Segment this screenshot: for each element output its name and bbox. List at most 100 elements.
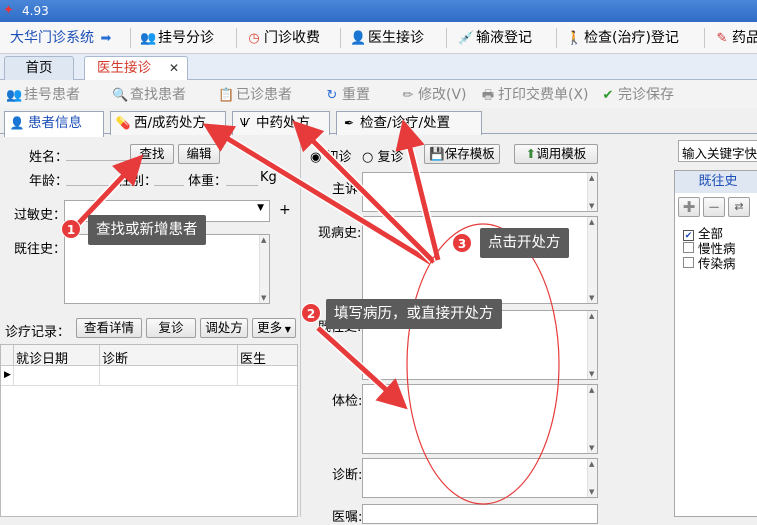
exam-label: 体检: [332, 394, 363, 409]
find-patient-label: 查找患者 [130, 87, 186, 103]
menu-billing[interactable]: ◷ 门诊收费 [246, 28, 320, 48]
tab-home-label: 首页 [25, 60, 53, 76]
annotation-2-number: 2 [301, 303, 321, 323]
history-panel-title: 既往史 [675, 171, 757, 193]
chevron-down-icon: ▼ [257, 203, 264, 213]
annotation-1-number: 1 [61, 219, 81, 239]
minus-icon[interactable]: − [703, 197, 725, 217]
edit-button[interactable]: 编辑 [178, 144, 220, 164]
diagnosis-textarea[interactable]: ▲ ▼ [362, 458, 598, 498]
chief-textarea[interactable]: ▲ ▼ [362, 172, 598, 212]
register-patient-button[interactable]: 👥 挂号患者 [6, 85, 80, 105]
keyword-input[interactable]: 输入关键字快 [678, 140, 757, 162]
save-template-label: 保存模板 [444, 146, 495, 161]
import-icon: ⬆ [525, 146, 537, 161]
row-pointer-icon: ▶ [4, 370, 11, 380]
age-field[interactable] [66, 185, 116, 186]
sex-label: 性别： [118, 174, 158, 189]
pen-icon: ✎ [716, 31, 728, 46]
view-detail-button[interactable]: 查看详情 [76, 318, 142, 338]
function-tabs: 👤 患者信息 💊 西/成药处方 Ѱ 中药处方 ✒ 检查/诊疗/处置 [0, 108, 757, 137]
menu-system[interactable]: 大华门诊系统 ➡ [10, 28, 116, 48]
adjust-rx-button[interactable]: 调处方 [200, 318, 248, 338]
name-field[interactable] [66, 160, 128, 161]
allergy-add-button[interactable]: + [279, 202, 291, 218]
transfer-icon[interactable]: ⇄ [728, 197, 750, 217]
revisit-radio-label: 复诊 [377, 150, 404, 165]
present-label: 现病史: [318, 226, 362, 241]
name-label: 姓名： [29, 150, 69, 165]
plus-icon[interactable]: ✚ [678, 197, 700, 217]
exam-textarea[interactable]: ▲ ▼ [362, 384, 598, 454]
menu-billing-label: 门诊收费 [264, 30, 320, 46]
menu-doctor[interactable]: 👤 医生接诊 [350, 28, 424, 48]
history-scrollbar[interactable]: ▲ ▼ [259, 235, 269, 303]
reset-label: 重置 [342, 87, 370, 103]
menu-drug-label: 药品 [732, 30, 757, 46]
history-label: 既往史： [14, 242, 67, 257]
pen-icon: ✒ [343, 116, 355, 130]
col-doctor[interactable]: 医生 [240, 348, 266, 367]
print-slip-button[interactable]: 🖶 打印交费单(X) [480, 85, 589, 105]
users-icon: 👥 [6, 88, 23, 103]
tab-chinese-rx-label: 中药处方 [256, 115, 310, 131]
diagnosed-patient-button[interactable]: 📋 已诊患者 [218, 85, 292, 105]
search-button[interactable]: 查找 [130, 144, 174, 164]
tab-doctor[interactable]: 医生接诊 ✕ [84, 56, 188, 80]
patient-info-panel: 姓名： 查找 编辑 年龄： 性别： 体重： Kg 过敏史： ▼ + 既往史： ▲… [0, 134, 300, 517]
menu-register[interactable]: 👥 挂号分诊 [140, 28, 214, 48]
close-icon[interactable]: ✕ [169, 57, 179, 79]
checkbox-empty-icon [683, 257, 694, 268]
revisit-radio[interactable]: ○ 复诊 [362, 146, 404, 165]
annotation-2-text: 填写病历，或直接开处方 [326, 299, 502, 329]
tab-chinese-rx[interactable]: Ѱ 中药处方 [232, 111, 330, 135]
age-label: 年龄： [29, 174, 69, 189]
menu-infusion[interactable]: 💉 输液登记 [458, 28, 532, 48]
menu-register-label: 挂号分诊 [158, 30, 214, 46]
tab-western-rx-label: 西/成药处方 [134, 115, 207, 131]
more-button[interactable]: 更多 ▼ [252, 318, 296, 338]
more-label: 更多 [257, 320, 283, 335]
users-icon: 👥 [140, 31, 157, 46]
check-icon: ✔ [602, 88, 614, 103]
advice-textarea[interactable] [362, 504, 598, 524]
tree-item-infectious-label: 传染病 [698, 256, 736, 271]
diagnosed-patient-label: 已诊患者 [236, 87, 292, 103]
menu-system-label: 大华门诊系统 [10, 30, 94, 46]
menu-doctor-label: 医生接诊 [368, 30, 424, 46]
load-template-button[interactable]: ⬆调用模板 [514, 144, 598, 164]
finish-save-button[interactable]: ✔ 完诊保存 [600, 85, 674, 105]
radio-empty-icon: ○ [362, 150, 374, 165]
revisit-button[interactable]: 复诊 [146, 318, 196, 338]
col-date[interactable]: 就诊日期 [16, 348, 68, 367]
refresh-icon: ↻ [326, 88, 338, 103]
register-patient-label: 挂号患者 [24, 87, 80, 103]
sex-field[interactable] [154, 185, 184, 186]
table-row[interactable]: ▶ [1, 366, 297, 386]
first-visit-label: 初诊 [325, 150, 352, 165]
finish-save-label: 完诊保存 [618, 87, 674, 103]
tree-item-infectious[interactable]: 传染病 [683, 253, 736, 272]
menu-drug[interactable]: ✎ 药品 [714, 28, 757, 48]
modify-button[interactable]: ✏ 修改(V) [400, 85, 467, 105]
window-title: 4.93 [22, 4, 49, 18]
tab-home[interactable]: 首页 [4, 56, 74, 80]
arrow-right-icon: ➡ [100, 31, 112, 46]
menu-exam-register[interactable]: 🚶 检查(治疗)登记 [566, 28, 679, 48]
first-visit-radio[interactable]: ◉ 初诊 [310, 146, 352, 165]
save-template-button[interactable]: 💾保存模板 [424, 144, 500, 164]
clipboard-icon: 📋 [218, 88, 235, 103]
records-table-header: 就诊日期 诊断 医生 [1, 345, 297, 367]
weight-field[interactable] [226, 185, 258, 186]
herb-icon: Ѱ [239, 116, 251, 130]
tab-western-rx[interactable]: 💊 西/成药处方 [110, 111, 226, 135]
page-tabs: 首页 医生接诊 ✕ [0, 54, 757, 80]
col-diagnosis[interactable]: 诊断 [102, 348, 128, 367]
doctor-icon: 👤 [350, 31, 367, 46]
reset-button[interactable]: ↻ 重置 [324, 85, 370, 105]
weight-label: 体重： [188, 174, 228, 189]
menu-infusion-label: 输液登记 [476, 30, 532, 46]
tab-exam[interactable]: ✒ 检查/诊疗/处置 [336, 111, 482, 135]
find-patient-button[interactable]: 🔍 查找患者 [112, 85, 186, 105]
records-label: 诊疗记录： [5, 325, 71, 340]
